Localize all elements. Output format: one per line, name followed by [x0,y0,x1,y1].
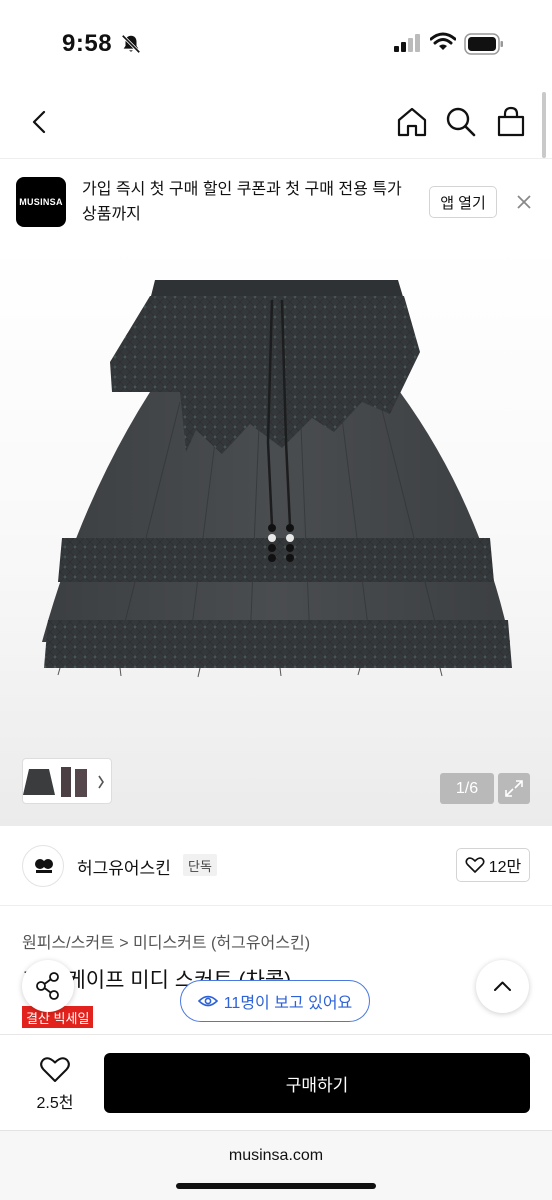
search-icon[interactable] [443,104,479,140]
exclusive-badge: 단독 [183,854,217,876]
product-image-skirt [42,280,512,678]
brand-logo[interactable] [22,845,64,887]
browser-url-bar[interactable]: musinsa.com [0,1130,552,1200]
banner-message: 가입 즉시 첫 구매 할인 쿠폰과 첫 구매 전용 특가 상품까지 [82,181,402,223]
chevron-up-icon [494,981,511,991]
eye-icon [197,995,218,1007]
musinsa-logo: MUSINSA [16,177,66,227]
home-icon[interactable] [394,104,430,140]
battery-icon [464,33,503,55]
viewers-indicator: 11명이 보고 있어요 [180,980,370,1022]
viewers-text: 11명이 보고 있어요 [223,995,353,1012]
wishlist-count: 2.5천 [36,1095,74,1112]
share-button[interactable] [22,960,74,1012]
expand-button[interactable] [498,773,530,804]
thumbnail-strip[interactable] [22,758,112,804]
nav-bar [0,90,552,158]
brand-like-button[interactable]: 12만 [456,848,530,882]
url-text: musinsa.com [228,1147,324,1164]
product-image-gallery[interactable]: 1/6 [0,242,552,826]
brand-logo-mark [35,859,53,873]
heart-outline-icon [40,1057,70,1082]
image-page-counter: 1/6 [440,773,494,804]
wishlist-button[interactable]: 2.5천 [22,1051,88,1113]
shopping-bag-icon[interactable] [493,104,529,140]
bell-slash-icon [121,34,141,54]
brand-row: 허그유어스킨 단독 12만 [0,826,552,906]
expand-icon [505,780,523,797]
open-app-button[interactable]: 앱 열기 [429,186,497,218]
brand-name[interactable]: 허그유어스킨 [77,854,171,879]
heart-icon [465,857,485,873]
close-icon[interactable] [514,192,534,212]
brand-like-count: 12만 [488,859,522,876]
breadcrumb[interactable]: 원피스/스커트 > 미디스커트 (허그유어스킨) [22,929,310,953]
back-chevron-icon[interactable] [22,104,58,140]
status-time: 9:58 [62,30,113,57]
home-indicator [176,1183,376,1189]
app-install-banner: MUSINSA 가입 즉시 첫 구매 할인 쿠폰과 첫 구매 전용 특가 상품까… [0,158,552,242]
scroll-indicator [542,92,546,158]
buy-button[interactable]: 구매하기 [104,1053,530,1113]
wifi-icon [430,32,456,50]
purchase-action-bar: 2.5천 구매하기 [0,1034,552,1130]
cellular-signal-icon [394,34,420,52]
scroll-to-top-button[interactable] [476,960,529,1013]
status-bar: 9:58 [0,0,552,90]
thumbnail-images [23,767,104,797]
share-icon [36,972,59,1000]
